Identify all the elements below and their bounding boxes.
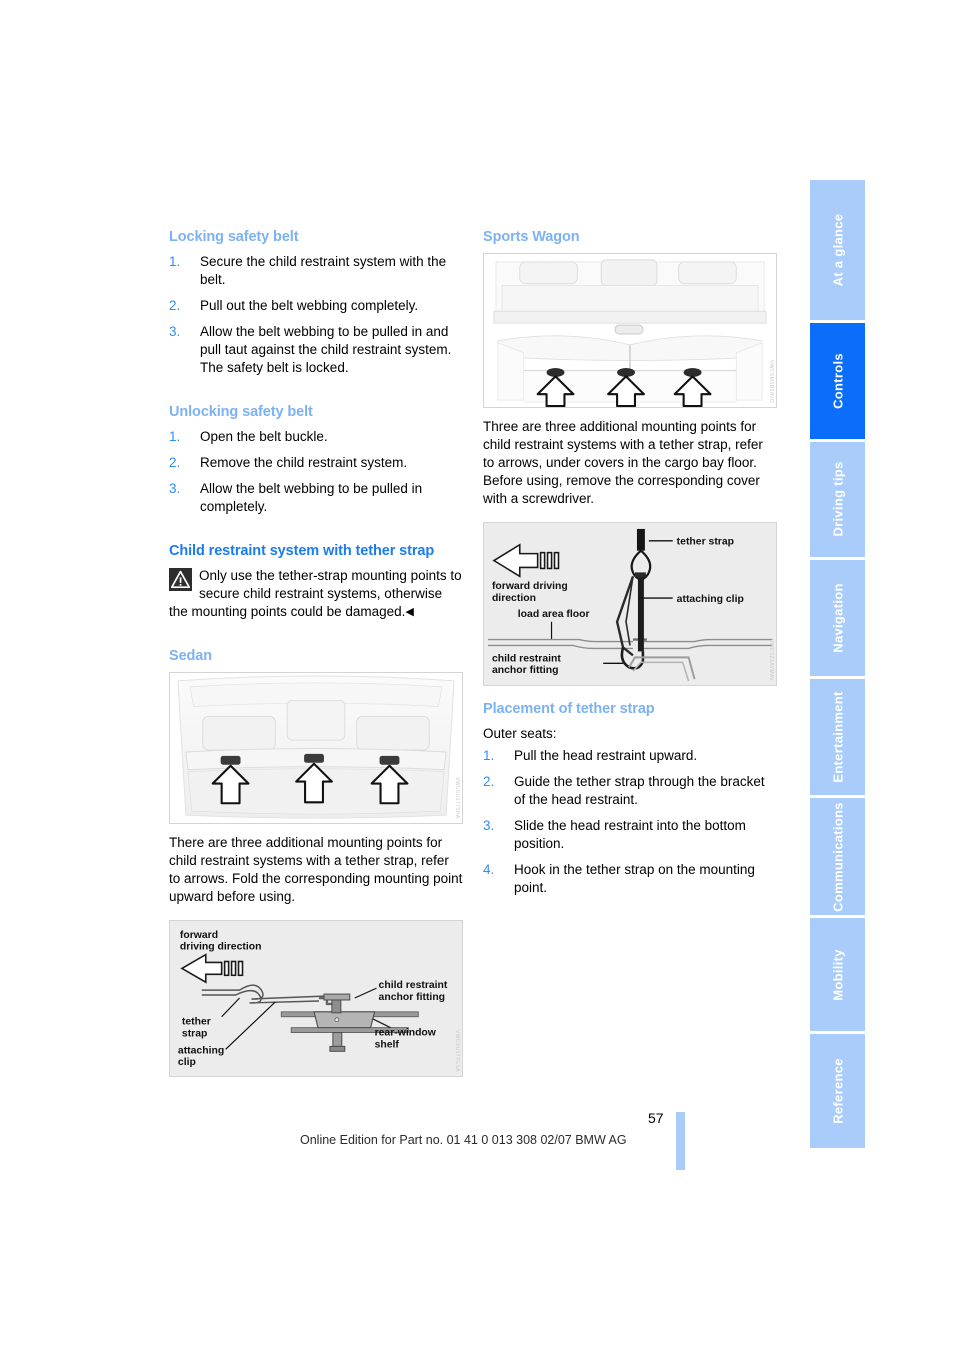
right-content-column: Sports Wagon VWCSMSB5AVG Three are three… [483,228,777,905]
step-number: 3. [169,323,181,339]
tab-entertainment[interactable]: Entertainment [810,678,865,796]
warning-triangle-icon [169,567,192,591]
tab-label: Communications [830,801,845,912]
unlocking-safety-belt-steps: 1. Open the belt buckle. 2. Remove the c… [169,428,463,516]
sports-wagon-cargo-figure: VWCSMSB5AVG [483,253,777,409]
heading-child-restraint-tether-strap: Child restraint system with tether strap [169,542,435,559]
step-text: Allow the belt webbing to be pulled in a… [200,323,452,375]
sedan-illustration [170,672,462,823]
step-text: Remove the child restraint system. [200,454,408,470]
svg-text:child restraint: child restraint [379,980,448,991]
page-number: 57 [648,1110,664,1126]
tab-driving-tips[interactable]: Driving tips [810,442,865,557]
svg-text:load area floor: load area floor [518,609,590,620]
list-item: 3. Slide the head restraint into the bot… [483,817,777,853]
list-item: 3. Allow the belt webbing to be pulled i… [169,480,463,516]
tab-label: Entertainment [830,691,845,783]
list-item: 2. Pull out the belt webbing completely. [169,297,463,315]
heading-placement-of-tether-strap: Placement of tether strap [483,700,655,717]
step-number: 1. [169,428,181,444]
step-number: 2. [483,773,495,789]
svg-text:driving direction: driving direction [180,941,262,952]
section-tab-rail: At a glance Controls Driving tips Naviga… [810,180,865,1151]
tab-controls[interactable]: Controls [810,322,865,439]
wagon-anchor-diagram: forward driving direction load area floo… [484,522,776,685]
svg-text:strap: strap [182,1028,207,1039]
tab-at-a-glance[interactable]: At a glance [810,180,865,320]
svg-text:clip: clip [178,1057,196,1068]
tab-label: At a glance [830,213,845,287]
placement-intro: Outer seats: [483,726,557,742]
step-text: Pull out the belt webbing completely. [200,298,419,314]
step-text: Hook in the tether strap on the mounting… [514,861,755,895]
step-number: 3. [483,817,495,833]
step-text: Guide the tether strap through the brack… [514,773,765,807]
list-item: 2. Guide the tether strap through the br… [483,773,777,809]
wagon-tether-anchor-diagram-figure: forward driving direction load area floo… [483,521,777,686]
note-end-marker: ◀ [405,605,414,618]
heading-sports-wagon: Sports Wagon [483,229,580,245]
figure-reference-code: VWCSZ1AVMAV [768,638,774,681]
tab-mobility[interactable]: Mobility [810,917,865,1032]
svg-text:forward driving: forward driving [492,581,568,592]
tab-label: Mobility [830,948,845,1001]
sedan-rear-shelf-mounting-points-figure: VWCSU177SHA [169,671,463,824]
warning-text: Only use the tether-strap mounting point… [169,567,462,619]
figure-reference-code: VWCSMSB5AVG [768,359,774,404]
svg-text:child restraint: child restraint [492,653,561,664]
tab-reference[interactable]: Reference [810,1034,865,1149]
svg-text:rear-window: rear-window [375,1027,437,1038]
list-item: 2. Remove the child restraint system. [169,454,463,472]
footer-note: Online Edition for Part no. 01 41 0 013 … [300,1133,627,1147]
step-number: 1. [169,254,181,270]
list-item: 4. Hook in the tether strap on the mount… [483,861,777,897]
step-number: 1. [483,747,495,763]
sedan-tether-anchor-diagram-figure: forward driving direction tether strap a… [169,919,463,1077]
tab-label: Reference [830,1058,845,1125]
tab-label: Navigation [830,583,845,653]
warning-note: Only use the tether-strap mounting point… [169,567,463,621]
step-text: Allow the belt webbing to be pulled in c… [200,480,423,514]
step-text: Slide the head restraint into the bottom… [514,817,746,851]
step-text: Open the belt buckle. [200,428,328,444]
sedan-caption: There are three additional mounting poin… [169,834,463,904]
step-number: 2. [169,298,181,314]
left-content-column: Locking safety belt 1. Secure the child … [169,228,463,1087]
svg-text:anchor fitting: anchor fitting [492,665,559,676]
svg-text:attaching clip: attaching clip [677,594,744,605]
tab-navigation[interactable]: Navigation [810,559,865,676]
figure-reference-code: VWCSU177SHA [454,777,460,819]
tab-label: Driving tips [830,461,845,537]
heading-unlocking-safety-belt: Unlocking safety belt [169,403,313,420]
svg-text:direction: direction [492,593,536,604]
svg-text:tether: tether [182,1016,211,1027]
sedan-anchor-diagram: forward driving direction tether strap a… [170,920,462,1076]
step-text: Pull the head restraint upward. [514,747,698,763]
svg-text:anchor fitting: anchor fitting [379,992,445,1003]
list-item: 1. Secure the child restraint system wit… [169,253,463,289]
step-number: 3. [169,480,181,496]
placement-steps: 1. Pull the head restraint upward. 2. Gu… [483,747,777,897]
figure-reference-code: VWCSU177GSA [454,1029,460,1072]
tab-communications[interactable]: Communications [810,798,865,915]
manual-page: At a glance Controls Driving tips Naviga… [0,0,954,1351]
page-number-accent-bar [676,1112,685,1170]
heading-locking-safety-belt: Locking safety belt [169,229,299,245]
svg-text:shelf: shelf [375,1039,400,1050]
tab-label: Controls [830,352,845,409]
step-text: Secure the child restraint system with t… [200,254,447,288]
locking-safety-belt-steps: 1. Secure the child restraint system wit… [169,253,463,377]
step-number: 4. [483,861,495,877]
step-number: 2. [169,454,181,470]
list-item: 1. Pull the head restraint upward. [483,747,777,765]
svg-text:forward: forward [180,930,218,941]
list-item: 1. Open the belt buckle. [169,428,463,446]
sports-wagon-illustration [484,254,776,408]
sports-wagon-caption: Three are three additional mounting poin… [483,419,763,506]
svg-text:attaching: attaching [178,1045,224,1056]
list-item: 3. Allow the belt webbing to be pulled i… [169,323,463,377]
svg-text:tether strap: tether strap [677,537,734,548]
heading-sedan: Sedan [169,647,213,664]
